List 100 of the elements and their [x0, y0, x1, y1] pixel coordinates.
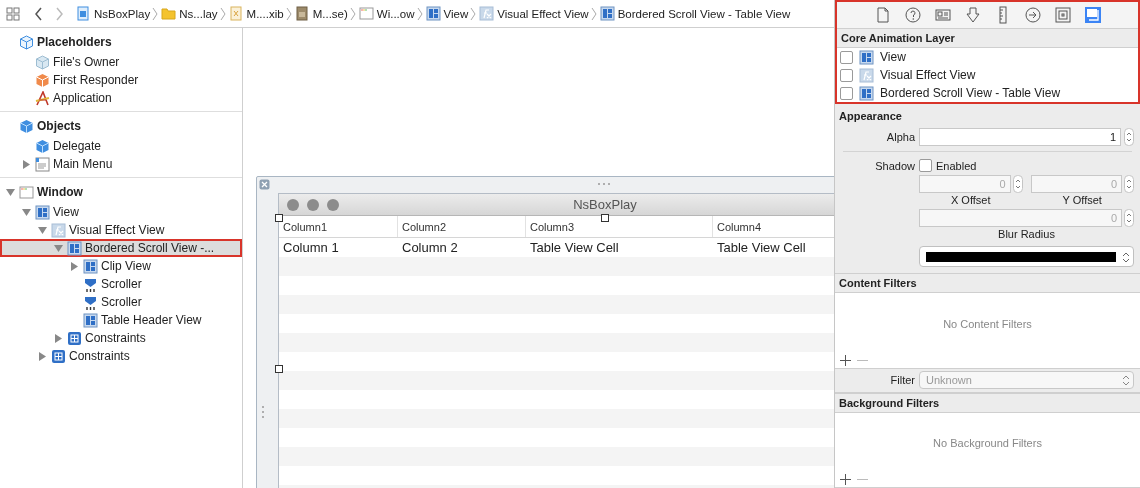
window-control-icon [307, 198, 319, 211]
chevron-icon [285, 6, 292, 21]
window-control-icon [327, 198, 339, 211]
table-cell-text: Column 1 [282, 239, 340, 257]
column-header[interactable]: Column2 [398, 216, 526, 237]
arrow-circle-icon[interactable] [1023, 6, 1042, 24]
outline-item[interactable]: View [0, 203, 242, 221]
view-icon [67, 240, 82, 256]
grid-icon[interactable] [6, 6, 20, 21]
view-icon [83, 312, 98, 328]
stepper-icon[interactable] [1124, 209, 1134, 228]
back-icon[interactable] [34, 6, 43, 21]
outline-item[interactable]: File's Owner [0, 53, 242, 71]
breadcrumb-item[interactable]: Visual Effect View [479, 6, 589, 21]
outline-item[interactable]: Constraints [0, 329, 242, 347]
breadcrumb-item[interactable]: NsBoxPlay [76, 6, 151, 21]
row-label: Bordered Scroll View - Table View [880, 86, 1061, 100]
disclosure-triangle-icon[interactable] [5, 187, 15, 197]
outline-item[interactable]: Objects [0, 115, 242, 137]
resize-handle[interactable] [275, 365, 283, 373]
outline-item[interactable]: First Responder [0, 71, 242, 89]
breadcrumb-item[interactable]: View [425, 6, 469, 21]
field-label: Y Offset [1061, 193, 1103, 209]
chevron-icon [152, 6, 159, 21]
field-label: Filter [889, 374, 916, 387]
checkbox[interactable] [840, 68, 853, 82]
grip-icon[interactable] [261, 405, 265, 419]
document-icon [76, 6, 91, 21]
outline-item[interactable]: Constraints [0, 347, 242, 365]
outline-item[interactable]: Application [0, 89, 242, 107]
folder-icon [161, 6, 177, 21]
outline-item[interactable]: Visual Effect View [0, 221, 242, 239]
breadcrumb-item[interactable]: Bordered Scroll View - Table View [599, 6, 791, 21]
outline-item[interactable]: Window [0, 181, 242, 203]
disclosure-triangle-icon[interactable] [37, 351, 47, 361]
outline-item[interactable]: Table Header View [0, 311, 242, 329]
shield-arrow-icon[interactable] [963, 6, 982, 24]
add-icon[interactable] [840, 474, 851, 485]
chevron-icon [349, 6, 356, 21]
constraints-icon [51, 348, 66, 364]
close-icon[interactable] [259, 179, 270, 190]
disclosure-triangle-icon[interactable] [53, 333, 63, 343]
breadcrumb-item[interactable]: M....xib [228, 6, 284, 21]
popup-arrows-icon [1122, 250, 1130, 263]
spiral-square-icon[interactable] [1053, 6, 1072, 24]
disclosure-triangle-icon[interactable] [69, 261, 79, 271]
document-icon [294, 6, 310, 21]
resize-handle[interactable] [275, 214, 283, 222]
outline-item[interactable]: Delegate [0, 137, 242, 155]
color-picker[interactable] [919, 246, 1134, 268]
disclosure-triangle-icon[interactable] [37, 225, 47, 235]
disclosure-triangle-icon[interactable] [21, 159, 31, 169]
app-icon [35, 90, 50, 106]
stepper-icon[interactable] [1012, 175, 1023, 194]
fx-icon [859, 67, 874, 83]
chevron-icon [416, 6, 423, 21]
cube-icon [35, 138, 50, 154]
menu-icon [35, 156, 50, 172]
window-icon [19, 184, 34, 200]
forward-icon[interactable] [55, 6, 64, 21]
window-control-icon [287, 198, 299, 211]
outline-item[interactable]: Bordered Scroll View -... [0, 239, 242, 257]
checkbox[interactable] [919, 159, 932, 173]
view-icon [35, 204, 50, 220]
fx-icon [479, 6, 495, 21]
row-label: View [880, 50, 906, 64]
scroller-icon [83, 294, 98, 310]
outline-item[interactable]: Scroller [0, 293, 242, 311]
table-cell-text: Table View Cell [716, 239, 807, 257]
table-cell-text: Column 2 [401, 239, 459, 257]
field-label: Alpha [885, 130, 916, 143]
view-icon [425, 6, 441, 21]
resize-handle[interactable] [601, 214, 609, 222]
window-icon [358, 6, 374, 21]
view-icon [859, 49, 874, 65]
card-icon[interactable] [933, 6, 952, 24]
empty-message: No Content Filters [942, 316, 1033, 332]
row-label: Visual Effect View [880, 68, 976, 82]
stepper-icon[interactable] [1124, 175, 1134, 194]
disclosure-triangle-icon[interactable] [53, 243, 63, 253]
breadcrumb-item[interactable]: Ns...lay [161, 6, 218, 21]
checkbox[interactable] [840, 50, 853, 64]
field-label: X Offset [949, 193, 992, 209]
cube-icon [35, 54, 50, 70]
help-icon[interactable] [903, 6, 922, 24]
stepper-icon[interactable] [1124, 127, 1134, 146]
add-icon[interactable] [840, 354, 851, 366]
grip-icon[interactable] [597, 182, 611, 186]
scroller-icon [83, 276, 98, 292]
breadcrumb-item[interactable]: M...se) [294, 6, 348, 21]
outline-item[interactable]: Placeholders [0, 31, 242, 53]
outline-item[interactable]: Main Menu [0, 155, 242, 173]
layers-icon[interactable] [1083, 6, 1102, 24]
outline-item[interactable]: Scroller [0, 275, 242, 293]
outline-item[interactable]: Clip View [0, 257, 242, 275]
alpha-field[interactable]: 1 [919, 127, 1121, 146]
breadcrumb-item[interactable]: Wi...ow [358, 6, 415, 21]
disclosure-triangle-icon[interactable] [21, 207, 31, 217]
window-title: NsBoxPlay [572, 197, 638, 212]
checkbox[interactable] [840, 86, 853, 100]
